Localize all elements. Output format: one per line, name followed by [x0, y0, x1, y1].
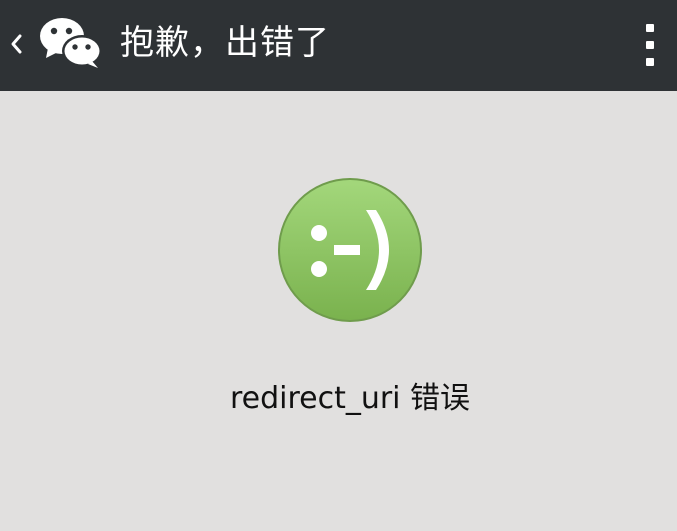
wechat-logo-icon — [40, 18, 102, 68]
header-bar: 抱歉，出错了 — [0, 0, 677, 91]
chevron-left-icon — [11, 34, 22, 54]
main-content: redirect_uri 错误 — [0, 91, 677, 531]
more-menu-button[interactable] — [627, 0, 677, 91]
back-button[interactable] — [0, 0, 110, 91]
error-smiley-icon — [278, 178, 422, 322]
page-title: 抱歉，出错了 — [120, 23, 330, 63]
error-message: redirect_uri 错误 — [229, 381, 471, 416]
